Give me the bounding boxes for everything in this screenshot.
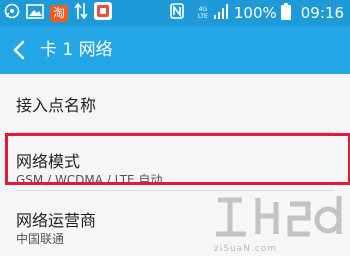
highlight-box [5, 133, 350, 185]
image-icon [26, 3, 44, 23]
signal-icon [213, 3, 228, 23]
app-icon [94, 2, 112, 24]
nfc-icon [170, 3, 184, 23]
watermark-text: ziSuaN.com [214, 244, 277, 254]
back-arrow-icon[interactable] [8, 37, 32, 63]
page-title: 卡 1 网络 [40, 40, 113, 60]
data-transfer-icon [74, 2, 88, 24]
battery-level: 100% [233, 4, 277, 22]
watermark-logo-icon [216, 196, 342, 237]
list-item-title: 网络运营商 [16, 211, 97, 230]
clock: 09:16 [300, 4, 344, 22]
status-bar: 淘 4G LTE 100% 09:16 [0, 0, 350, 26]
system-status: 4G LTE 100% 09:16 [170, 0, 344, 26]
watermark: ziSuaN.com [212, 190, 342, 256]
list-item-apn[interactable]: 接入点名称 [0, 74, 350, 132]
notification-icons: 淘 [4, 2, 118, 24]
whatsapp-icon [4, 3, 20, 23]
list-item-subtitle: 中国联通 [16, 232, 65, 246]
taobao-icon: 淘 [50, 4, 68, 22]
battery-icon [280, 2, 291, 24]
app-bar: 卡 1 网络 [0, 26, 350, 74]
network-type: 4G LTE [197, 6, 208, 20]
list-item-title: 接入点名称 [16, 96, 97, 115]
